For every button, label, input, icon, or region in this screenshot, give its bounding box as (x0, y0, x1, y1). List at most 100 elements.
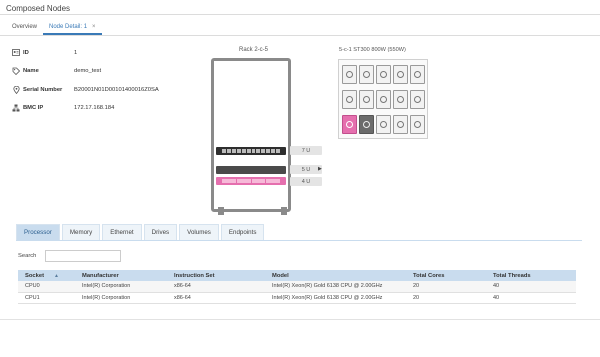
table-cell: Intel(R) Xeon(R) Gold 6138 CPU @ 2.00GHz (265, 292, 406, 304)
rack-unit-7u[interactable] (216, 147, 286, 155)
drive-disk-icon (414, 121, 421, 128)
tab-node-detail-label: Node Detail: 1 (49, 24, 88, 30)
tab-volumes[interactable]: Volumes (179, 224, 219, 240)
divider (0, 14, 600, 15)
bmc-ip-label: BMC IP (23, 105, 44, 111)
rack-foot-right (281, 207, 287, 215)
drive-bay[interactable] (376, 115, 391, 134)
tab-endpoints[interactable]: Endpoints (220, 224, 265, 240)
column-header-manufacturer[interactable]: Manufacturer (75, 270, 167, 281)
node-info-panel: ID 1 Name demo_test Serial Number B20001… (12, 48, 159, 122)
search-input[interactable] (45, 250, 121, 262)
drive-disk-icon (397, 96, 404, 103)
unit-tag-4u[interactable]: 4 U (290, 177, 322, 186)
divider (16, 240, 582, 241)
drive-disk-icon (346, 71, 353, 78)
drive-bay[interactable] (393, 65, 408, 84)
table-cell: CPU0 (18, 281, 75, 293)
drive-bay[interactable] (359, 65, 374, 84)
column-header-socket[interactable]: Socket ▲ (18, 270, 75, 281)
tab-processor[interactable]: Processor (16, 224, 60, 240)
drive-bay[interactable] (393, 115, 408, 134)
drive-bay[interactable] (359, 115, 374, 134)
name-value: demo_test (74, 68, 102, 74)
table-cell: x86-64 (167, 292, 265, 304)
chassis-label: 5-c-1 ST300 800W (550W) (339, 47, 406, 53)
search-label: Search (18, 253, 37, 259)
drive-disk-icon (363, 121, 370, 128)
drive-disk-icon (346, 96, 353, 103)
table-cell: 20 (406, 281, 486, 293)
tab-memory[interactable]: Memory (61, 224, 101, 240)
unit-tag-7u[interactable]: 7 U (290, 146, 322, 155)
column-header-model[interactable]: Model (265, 270, 406, 281)
table-cell: CPU1 (18, 292, 75, 304)
tab-overview[interactable]: Overview (6, 20, 43, 35)
drive-disk-icon (414, 71, 421, 78)
page-title: Composed Nodes (6, 4, 71, 13)
id-value: 1 (74, 49, 78, 56)
network-icon (12, 104, 20, 112)
drive-disk-icon (346, 121, 353, 128)
id-card-icon (12, 49, 20, 57)
info-row-name: Name demo_test (12, 67, 159, 76)
info-row-id: ID 1 (12, 48, 159, 57)
drive-bay[interactable] (376, 65, 391, 84)
column-header-total-cores[interactable]: Total Cores (406, 270, 486, 281)
detail-tab-bar: Processor Memory Ethernet Drives Volumes… (16, 224, 265, 240)
drive-bay[interactable] (342, 90, 357, 109)
drive-bay[interactable] (342, 115, 357, 134)
tab-node-detail[interactable]: Node Detail: 1 × (43, 20, 102, 35)
drive-bay[interactable] (393, 90, 408, 109)
table-cell: x86-64 (167, 281, 265, 293)
close-icon[interactable]: × (92, 24, 96, 30)
drive-disk-icon (380, 96, 387, 103)
rack-diagram (211, 58, 291, 212)
tab-ethernet[interactable]: Ethernet (102, 224, 142, 240)
drive-disk-icon (397, 121, 404, 128)
drive-disk-icon (380, 71, 387, 78)
id-label: ID (23, 49, 29, 56)
table-cell: 20 (406, 292, 486, 304)
drive-disk-icon (380, 121, 387, 128)
sort-ascending-icon[interactable]: ▲ (54, 273, 59, 279)
column-header-total-threads[interactable]: Total Threads (486, 270, 576, 281)
top-tab-bar: Overview Node Detail: 1 × (6, 20, 102, 35)
bmc-ip-value: 172.17.168.184 (74, 105, 115, 111)
drive-disk-icon (397, 71, 404, 78)
tag-icon (12, 67, 20, 75)
divider (0, 35, 600, 36)
drive-bay[interactable] (342, 65, 357, 84)
name-label: Name (23, 68, 39, 74)
drive-disk-icon (414, 96, 421, 103)
rack-unit-5u[interactable] (216, 166, 286, 174)
table-cell: Intel(R) Xeon(R) Gold 6138 CPU @ 2.00GHz (265, 281, 406, 293)
drive-bay[interactable] (410, 65, 425, 84)
drive-disk-icon (363, 96, 370, 103)
unit-vents (222, 179, 280, 183)
drive-bay[interactable] (410, 90, 425, 109)
divider (0, 319, 600, 320)
drive-disk-icon (363, 71, 370, 78)
column-header-instruction-set[interactable]: Instruction Set (167, 270, 265, 281)
unit-vents (222, 149, 281, 153)
table-cell: Intel(R) Corporation (75, 292, 167, 304)
info-row-serial: Serial Number B20001N01D00101400016Z0SA (12, 85, 159, 94)
serial-label: Serial Number (23, 86, 63, 93)
tab-drives[interactable]: Drives (143, 224, 178, 240)
chassis-diagram (338, 59, 428, 139)
processor-table: Socket ▲ Manufacturer Instruction Set Mod… (18, 270, 576, 304)
table-row[interactable]: CPU0 Intel(R) Corporation x86-64 Intel(R… (18, 281, 576, 293)
drive-bay[interactable] (376, 90, 391, 109)
drive-bay[interactable] (410, 115, 425, 134)
drive-bay[interactable] (359, 90, 374, 109)
info-row-bmc: BMC IP 172.17.168.184 (12, 104, 159, 113)
serial-value: B20001N01D00101400016Z0SA (74, 86, 159, 93)
location-pin-icon (12, 85, 20, 94)
table-row[interactable]: CPU1 Intel(R) Corporation x86-64 Intel(R… (18, 292, 576, 304)
table-cell: Intel(R) Corporation (75, 281, 167, 293)
table-cell: 40 (486, 292, 576, 304)
rack-label: Rack 2-c-5 (239, 47, 269, 53)
column-header-label: Socket (25, 272, 45, 279)
rack-unit-4u[interactable] (216, 177, 286, 185)
